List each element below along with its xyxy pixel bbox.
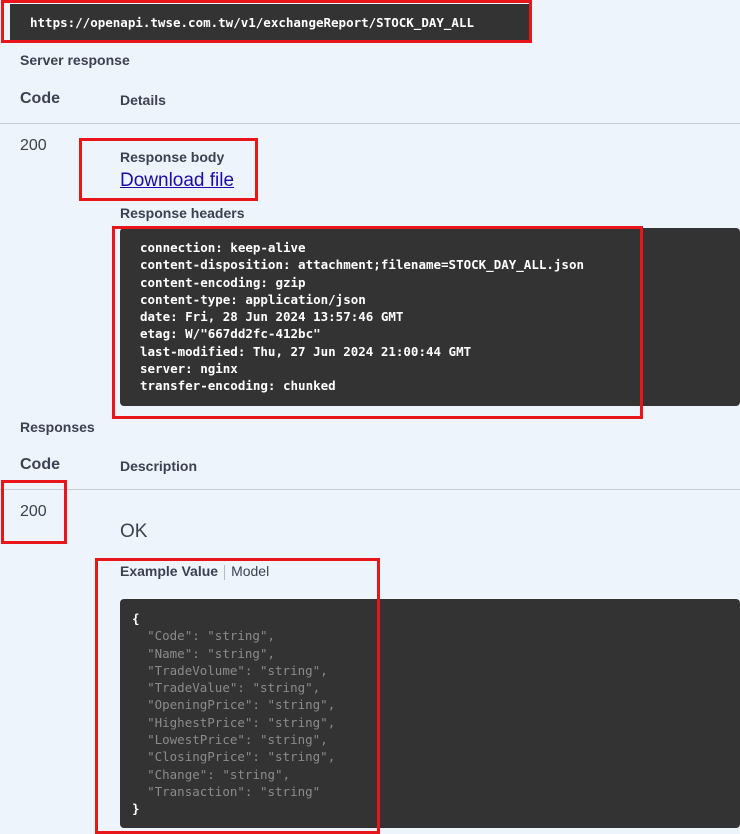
json-comma: ,	[327, 749, 336, 765]
json-field-line: "Transaction": "string"	[132, 784, 320, 799]
download-file-link[interactable]: Download file	[120, 170, 234, 192]
json-open-brace: {	[132, 611, 140, 626]
response-headers-block: connection: keep-alive content-dispositio…	[120, 228, 740, 406]
json-key: "OpeningPrice"	[147, 697, 253, 713]
response-headers-list: connection: keep-alive content-dispositio…	[140, 239, 584, 395]
response-header-line: last-modified: Thu, 27 Jun 2024 21:00:44…	[140, 343, 472, 359]
json-fields: "Code": "string", "Name": "string", "Tra…	[132, 628, 335, 799]
response-body-label: Response body	[120, 149, 225, 165]
responses-status-code: 200	[20, 503, 47, 520]
example-json-code: { "Code": "string", "Name": "string", "T…	[132, 610, 335, 818]
json-key: "Name"	[147, 645, 193, 661]
response-header-line: content-disposition: attachment;filename…	[140, 257, 585, 273]
json-key: "Code"	[147, 628, 193, 644]
responses-title: Responses	[20, 419, 95, 435]
json-comma: ,	[320, 732, 328, 748]
server-response-code-header: Code	[20, 90, 60, 107]
response-header-line: server: nginx	[140, 361, 238, 377]
response-header-line: etag: W/"667dd2fc-412bc"	[140, 326, 321, 342]
json-field-line: "TradeValue": "string",	[132, 680, 320, 695]
server-response-status-code: 200	[20, 137, 47, 154]
response-description-ok: OK	[120, 521, 148, 542]
response-header-line: content-type: application/json	[140, 291, 366, 307]
json-comma: ,	[267, 645, 276, 661]
json-field-line: "LowestPrice": "string",	[132, 732, 328, 747]
json-field-line: "Change": "string",	[132, 767, 290, 782]
json-value: "string"	[259, 732, 321, 748]
response-headers-label: Response headers	[120, 205, 245, 221]
json-colon: :	[252, 749, 268, 765]
json-value: "string"	[267, 714, 328, 730]
json-value: "string"	[207, 645, 268, 661]
json-comma: ,	[327, 697, 336, 713]
json-field-line: "OpeningPrice": "string",	[132, 697, 335, 712]
json-field-line: "Name": "string",	[132, 646, 275, 661]
tab-model[interactable]: Model	[231, 563, 269, 579]
example-model-tabs: Example Value Model	[120, 563, 269, 580]
json-value: "string"	[259, 662, 321, 678]
response-header-line: connection: keep-alive	[140, 240, 306, 255]
json-close-brace: }	[132, 801, 140, 817]
json-key: "TradeVolume"	[147, 662, 245, 678]
json-key: "LowestPrice"	[147, 732, 245, 748]
responses-description-header: Description	[120, 458, 198, 474]
json-value: "string"	[207, 628, 268, 644]
tab-example-value[interactable]: Example Value	[120, 563, 218, 579]
json-field-line: "TradeVolume": "string",	[132, 663, 328, 678]
json-colon: :	[237, 680, 253, 696]
json-field-line: "Code": "string",	[132, 628, 275, 643]
server-response-title: Server response	[20, 52, 130, 68]
response-header-line: transfer-encoding: chunked	[140, 378, 336, 394]
json-key: "ClosingPrice"	[147, 749, 253, 765]
json-comma: ,	[320, 662, 328, 678]
json-value: "string"	[267, 749, 328, 765]
request-url-box: https://openapi.twse.com.tw/v1/exchangeR…	[10, 4, 530, 41]
responses-divider	[0, 489, 740, 490]
json-value: "string"	[267, 697, 328, 713]
json-value: "string"	[259, 783, 321, 799]
json-key: "HighestPrice"	[147, 714, 253, 730]
json-comma: ,	[267, 628, 276, 644]
json-key: "Transaction"	[147, 783, 245, 799]
json-value: "string"	[252, 680, 313, 696]
json-colon: :	[244, 783, 260, 799]
json-field-line: "ClosingPrice": "string",	[132, 749, 335, 764]
example-json-block: { "Code": "string", "Name": "string", "T…	[120, 599, 740, 828]
json-colon: :	[207, 766, 223, 782]
server-response-details-header: Details	[120, 92, 166, 108]
server-response-divider	[0, 123, 740, 124]
json-comma: ,	[282, 766, 291, 782]
tab-separator	[224, 564, 226, 580]
json-comma: ,	[327, 714, 336, 730]
json-colon: :	[192, 645, 208, 661]
json-key: "Change"	[147, 766, 208, 782]
json-colon: :	[252, 697, 268, 713]
json-value: "string"	[222, 766, 283, 782]
request-url: https://openapi.twse.com.tw/v1/exchangeR…	[30, 15, 475, 30]
responses-code-header: Code	[20, 456, 60, 473]
response-header-line: content-encoding: gzip	[140, 274, 306, 290]
json-colon: :	[192, 628, 208, 644]
json-field-line: "HighestPrice": "string",	[132, 715, 335, 730]
json-key: "TradeValue"	[147, 680, 238, 696]
response-header-line: date: Fri, 28 Jun 2024 13:57:46 GMT	[140, 309, 404, 325]
json-colon: :	[244, 662, 260, 678]
json-colon: :	[252, 714, 268, 730]
json-colon: :	[244, 732, 260, 748]
json-comma: ,	[312, 680, 321, 696]
